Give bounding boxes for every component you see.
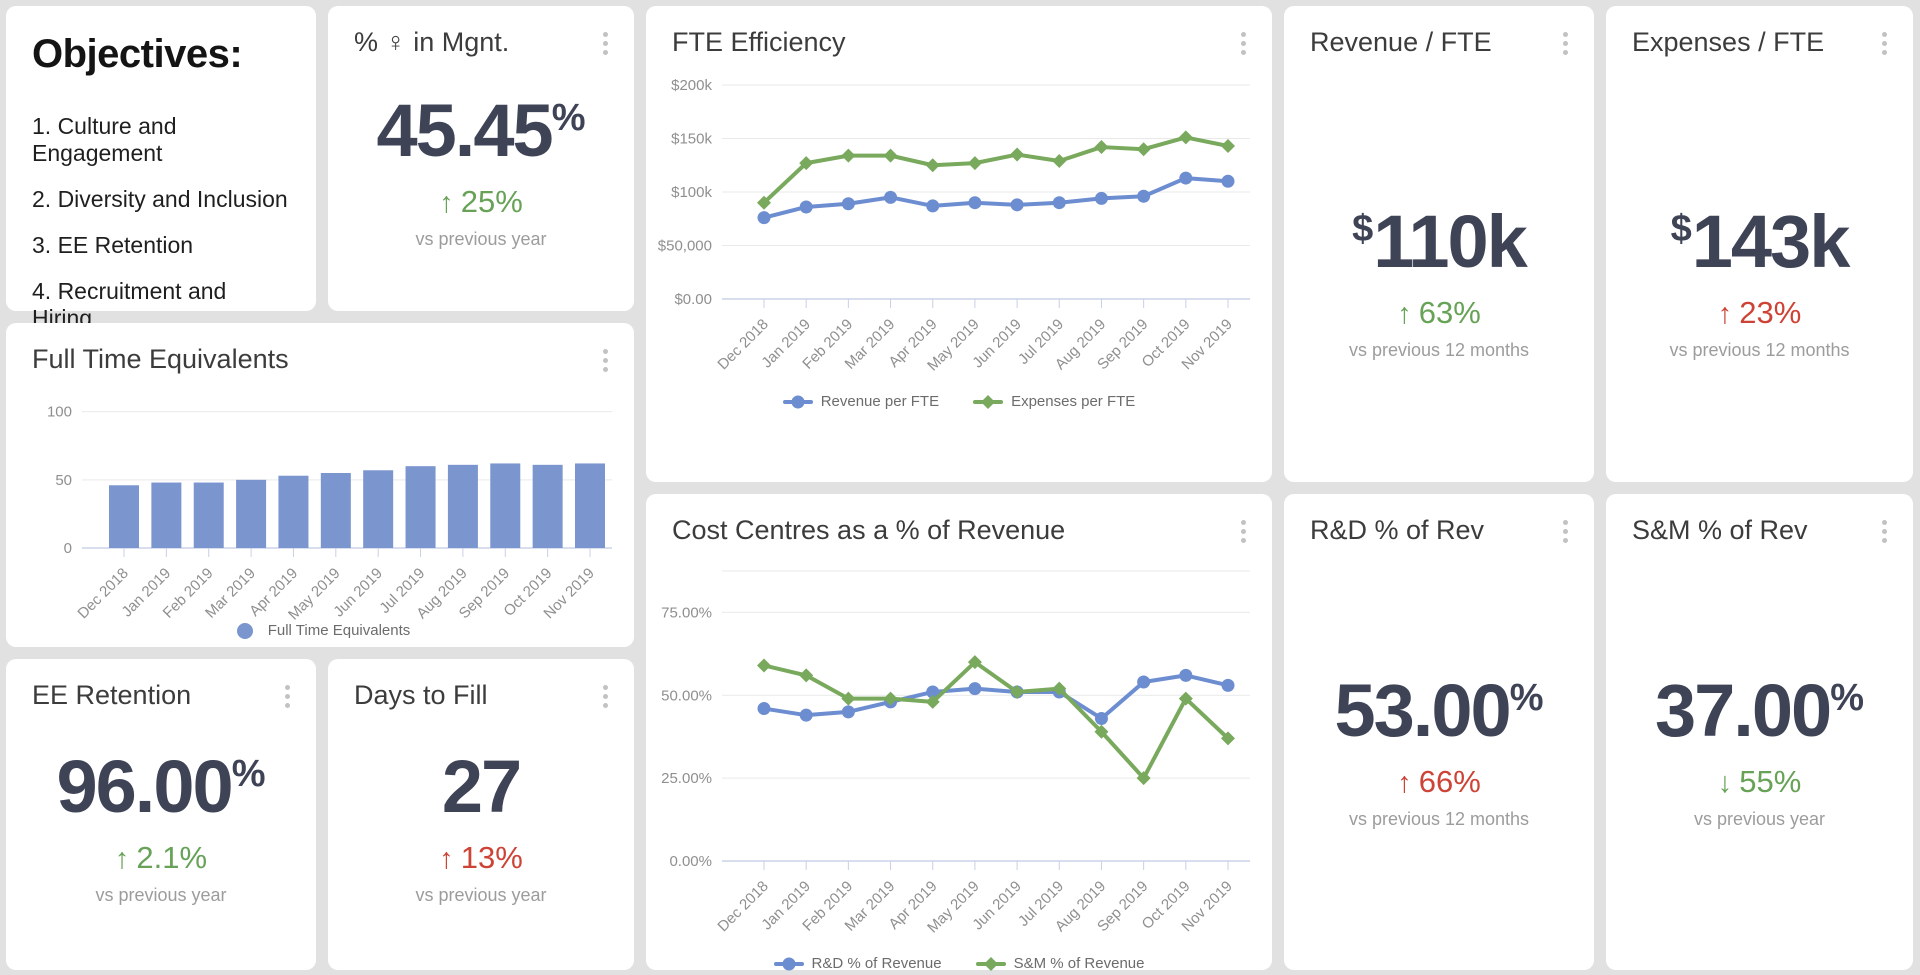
kebab-menu-icon[interactable] bbox=[1233, 26, 1254, 61]
kpi-value: $143k bbox=[1671, 205, 1849, 279]
kpi-caption: vs previous 12 months bbox=[1349, 809, 1529, 830]
up-arrow-icon: ↑ bbox=[1397, 298, 1412, 331]
up-arrow-icon: ↑ bbox=[1718, 298, 1733, 331]
svg-text:$50,000: $50,000 bbox=[658, 238, 712, 255]
objective-item: 3. EE Retention bbox=[32, 232, 290, 259]
legend-item: R&D % of Revenue bbox=[774, 955, 942, 972]
expenses-fte-card: Expenses / FTE $143k ↑23% vs previous 12… bbox=[1606, 6, 1913, 482]
objectives-card: Objectives: 1. Culture and Engagement 2.… bbox=[6, 6, 316, 311]
svg-text:$200k: $200k bbox=[671, 77, 712, 94]
pct-women-mgnt-card: % ♀ in Mgnt. 45.45% ↑25% vs previous yea… bbox=[328, 6, 634, 311]
card-title: Full Time Equivalents bbox=[32, 343, 289, 375]
revenue-fte-card: Revenue / FTE $110k ↑63% vs previous 12 … bbox=[1284, 6, 1594, 482]
kebab-menu-icon[interactable] bbox=[595, 343, 616, 378]
objective-item: 1. Culture and Engagement bbox=[32, 113, 290, 167]
dashboard: Objectives: 1. Culture and Engagement 2.… bbox=[0, 0, 1920, 975]
fte-efficiency-chart: $200k$150k$100k$50,000$0.00Dec 2018Jan 2… bbox=[646, 69, 1272, 391]
card-title: Cost Centres as a % of Revenue bbox=[672, 514, 1065, 546]
kpi-caption: vs previous 12 months bbox=[1349, 340, 1529, 361]
svg-text:25.00%: 25.00% bbox=[661, 770, 712, 787]
svg-text:50: 50 bbox=[55, 472, 72, 489]
kpi-delta: ↑23% bbox=[1718, 295, 1802, 331]
days-to-fill-card: Days to Fill 27 ↑13% vs previous year bbox=[328, 659, 634, 970]
kpi-caption: vs previous 12 months bbox=[1669, 340, 1849, 361]
svg-text:$100k: $100k bbox=[671, 184, 712, 201]
kpi-value: 96.00% bbox=[57, 750, 266, 824]
sm-pct-rev-card: S&M % of Rev 37.00% ↓55% vs previous yea… bbox=[1606, 494, 1913, 970]
objectives-title: Objectives: bbox=[32, 32, 290, 77]
card-title: FTE Efficiency bbox=[672, 26, 846, 58]
svg-text:$150k: $150k bbox=[671, 131, 712, 148]
svg-text:0.00%: 0.00% bbox=[669, 853, 712, 870]
full-time-equivalents-card: Full Time Equivalents 100500Dec 2018Jan … bbox=[6, 323, 634, 647]
up-arrow-icon: ↑ bbox=[439, 187, 454, 220]
kpi-value: 53.00% bbox=[1335, 674, 1544, 748]
up-arrow-icon: ↑ bbox=[439, 843, 454, 876]
full-time-equivalents-chart: 100500Dec 2018Jan 2019Feb 2019Mar 2019Ap… bbox=[6, 382, 634, 620]
kpi-value: 45.45% bbox=[377, 94, 586, 168]
kpi-delta: ↑13% bbox=[439, 840, 523, 876]
kpi-value: 37.00% bbox=[1655, 674, 1864, 748]
kpi-value: $110k bbox=[1352, 205, 1526, 279]
rd-pct-rev-card: R&D % of Rev 53.00% ↑66% vs previous 12 … bbox=[1284, 494, 1594, 970]
svg-text:0: 0 bbox=[64, 540, 72, 557]
fte-efficiency-card: FTE Efficiency $200k $150k $100k $50,000 $0.… bbox=[646, 6, 1272, 482]
kpi-caption: vs previous year bbox=[415, 885, 546, 906]
fte-efficiency-legend: Revenue per FTE Expenses per FTE bbox=[646, 393, 1272, 410]
kpi-delta: ↓55% bbox=[1718, 764, 1802, 800]
kpi-delta: ↑25% bbox=[439, 184, 523, 220]
ee-retention-card: EE Retention 96.00% ↑2.1% vs previous ye… bbox=[6, 659, 316, 970]
full-time-equivalents-legend: Full Time Equivalents bbox=[6, 622, 634, 639]
legend-item: Expenses per FTE bbox=[973, 393, 1135, 410]
kpi-caption: vs previous year bbox=[1694, 809, 1825, 830]
cost-centres-card: Cost Centres as a % of Revenue 75.00% 50.… bbox=[646, 494, 1272, 970]
svg-text:100: 100 bbox=[47, 404, 72, 421]
cost-centres-chart: 75.00%50.00%25.00%0.00%Dec 2018Jan 2019F… bbox=[646, 555, 1272, 953]
legend-item: Full Time Equivalents bbox=[230, 622, 411, 639]
kpi-caption: vs previous year bbox=[415, 229, 546, 250]
legend-item: Revenue per FTE bbox=[783, 393, 939, 410]
kpi-delta: ↑63% bbox=[1397, 295, 1481, 331]
up-arrow-icon: ↑ bbox=[115, 843, 130, 876]
objective-item: 2. Diversity and Inclusion bbox=[32, 186, 290, 213]
svg-text:75.00%: 75.00% bbox=[661, 604, 712, 621]
kpi-delta: ↑2.1% bbox=[115, 840, 207, 876]
kpi-caption: vs previous year bbox=[95, 885, 226, 906]
svg-text:$0.00: $0.00 bbox=[674, 291, 712, 308]
objectives-list: 1. Culture and Engagement 2. Diversity a… bbox=[32, 113, 290, 332]
kebab-menu-icon[interactable] bbox=[1233, 514, 1254, 549]
kpi-delta: ↑66% bbox=[1397, 764, 1481, 800]
down-arrow-icon: ↓ bbox=[1718, 767, 1733, 800]
cost-centres-legend: R&D % of Revenue S&M % of Revenue bbox=[646, 955, 1272, 972]
kpi-value: 27 bbox=[442, 750, 520, 824]
up-arrow-icon: ↑ bbox=[1397, 767, 1412, 800]
legend-item: S&M % of Revenue bbox=[976, 955, 1145, 972]
svg-text:50.00%: 50.00% bbox=[661, 687, 712, 704]
